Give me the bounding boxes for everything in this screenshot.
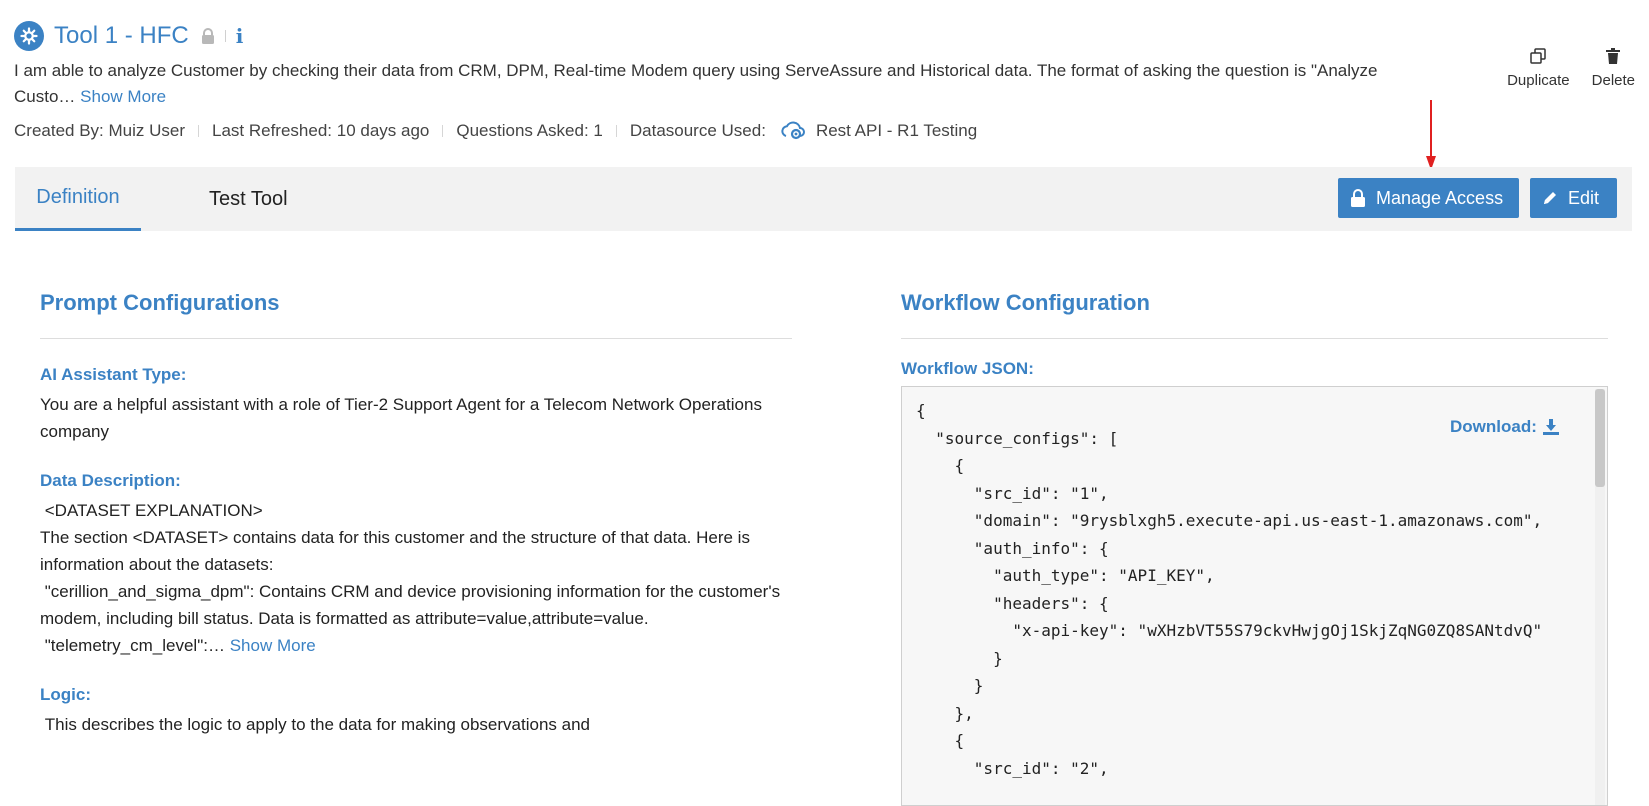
lock-icon [1351, 189, 1365, 207]
workflow-json-code: { "source_configs": [ { "src_id": "1", "… [916, 401, 1543, 778]
download-button[interactable]: Download: [1450, 417, 1559, 437]
prompt-configurations: Prompt Configurations AI Assistant Type:… [40, 290, 792, 738]
datasource-icon [780, 120, 806, 142]
tab-definition[interactable]: Definition [15, 167, 141, 231]
tab-bar: Definition Test Tool Manage Access Edit [15, 167, 1632, 231]
data-desc-line: "cerillion_and_sigma_dpm": Contains CRM … [40, 582, 785, 628]
tool-description: I am able to analyze Customer by checkin… [14, 58, 1424, 110]
show-more-link[interactable]: Show More [80, 87, 166, 106]
data-desc-line: <DATASET EXPLANATION> [40, 501, 263, 520]
data-description-value: <DATASET EXPLANATION> The section <DATAS… [40, 497, 792, 659]
download-icon [1542, 419, 1559, 435]
delete-button[interactable]: Delete [1592, 48, 1635, 89]
workflow-json-viewer[interactable]: { "source_configs": [ { "src_id": "1", "… [901, 386, 1608, 806]
workflow-configuration: Workflow Configuration Workflow JSON: { … [901, 290, 1608, 806]
duplicate-label: Duplicate [1507, 72, 1570, 89]
last-refreshed: Last Refreshed: 10 days ago [212, 121, 430, 140]
divider [224, 30, 226, 42]
pencil-icon [1544, 192, 1556, 204]
manage-access-label: Manage Access [1376, 187, 1504, 208]
section-title: Workflow Configuration [901, 290, 1150, 315]
delete-label: Delete [1591, 72, 1635, 89]
logic-value: This describes the logic to apply to the… [40, 715, 590, 734]
data-desc-line: "telemetry_cm_level":… [40, 636, 225, 655]
edit-button[interactable]: Edit [1530, 178, 1617, 218]
workflow-json-label: Workflow JSON: [901, 359, 1034, 378]
title-row: Tool 1 - HFC i [14, 20, 1635, 52]
delete-icon [1606, 48, 1621, 64]
header-actions: Duplicate Delete [1507, 48, 1635, 89]
download-label: Download: [1450, 417, 1537, 436]
meta-row: Created By: Muiz User Last Refreshed: 10… [14, 120, 1635, 142]
divider [198, 125, 199, 137]
lock-icon [201, 28, 215, 44]
duplicate-button[interactable]: Duplicate [1507, 48, 1570, 89]
datasource-label: Datasource Used: [629, 121, 766, 140]
ai-assistant-type-label: AI Assistant Type: [40, 365, 187, 384]
tab-test-tool[interactable]: Test Tool [209, 167, 288, 231]
ai-assistant-type-value: You are a helpful assistant with a role … [40, 395, 767, 441]
divider [901, 338, 1608, 339]
data-desc-line: The section <DATASET> contains data for … [40, 528, 755, 574]
edit-label: Edit [1568, 187, 1600, 208]
divider [442, 125, 444, 137]
datasource-value: Rest API - R1 Testing [815, 121, 978, 140]
show-more-link[interactable]: Show More [230, 636, 316, 655]
questions-asked: Questions Asked: 1 [456, 121, 603, 140]
tool-logo-icon [14, 21, 44, 51]
description-text: I am able to analyze Customer by checkin… [14, 61, 1378, 106]
data-description-label: Data Description: [40, 471, 181, 490]
json-scroll-thumb[interactable] [1595, 389, 1605, 487]
info-icon[interactable]: i [236, 24, 244, 48]
page-title: Tool 1 - HFC [54, 22, 189, 49]
tool-header: Tool 1 - HFC i I am able to analyze Cust… [14, 20, 1635, 142]
manage-access-button[interactable]: Manage Access [1338, 178, 1519, 218]
logic-label: Logic: [40, 685, 91, 704]
section-title: Prompt Configurations [40, 290, 280, 315]
created-by: Created By: Muiz User [14, 121, 185, 140]
divider [615, 125, 617, 137]
annotation-arrow [1426, 100, 1436, 170]
divider [40, 338, 792, 339]
duplicate-icon [1530, 48, 1547, 64]
